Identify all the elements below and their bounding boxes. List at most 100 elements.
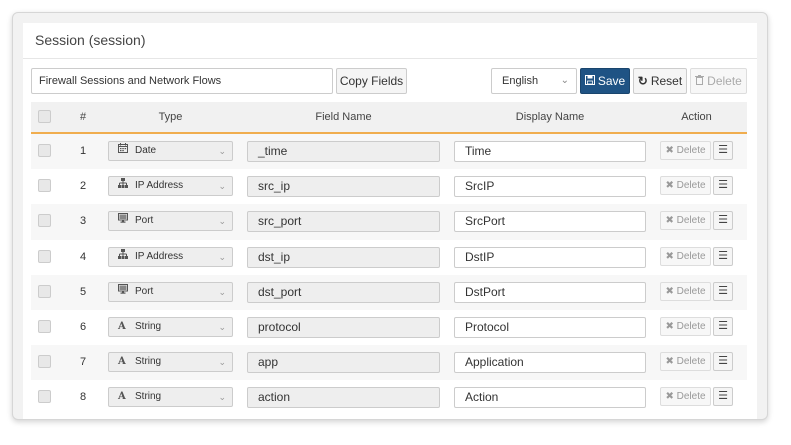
display-name-input[interactable]: SrcIP — [454, 176, 646, 198]
row-delete-label: Delete — [676, 250, 706, 262]
row-checkbox[interactable] — [38, 390, 51, 404]
row-delete-button[interactable]: ✖ Delete — [660, 352, 711, 372]
type-value: String — [135, 391, 162, 403]
display-name-input[interactable]: Application — [454, 352, 646, 374]
field-name-input: protocol — [247, 316, 440, 338]
table-row: 5 Port ⌄ dst_port DstPort ✖ Delete ☰ — [31, 274, 747, 310]
row-delete-button[interactable]: ✖ Delete — [660, 246, 711, 266]
type-select[interactable]: A String ⌄ — [108, 316, 233, 337]
row-checkbox[interactable] — [38, 249, 51, 263]
type-select[interactable]: A String ⌄ — [108, 387, 233, 408]
row-delete-button[interactable]: ✖ Delete — [660, 316, 711, 336]
close-icon: ✖ — [665, 356, 674, 368]
display-name-input[interactable]: Protocol — [454, 316, 646, 338]
monitor-icon — [118, 283, 128, 301]
field-name-input: _time — [247, 141, 440, 162]
table-row: 2 IP Address ⌄ src_ip SrcIP ✖ Delete ☰ — [31, 169, 747, 205]
select-all-checkbox[interactable] — [38, 110, 51, 123]
row-delete-label: Delete — [676, 320, 706, 332]
save-icon — [584, 74, 595, 88]
table-body: 1 Date ⌄ _time Time ✖ Delete ☰ 2 IP Address ⌄ src_… — [31, 134, 747, 416]
drag-handle-icon[interactable]: ☰ — [713, 246, 733, 266]
row-delete-button[interactable]: ✖ Delete — [660, 176, 711, 196]
chevron-down-icon: ⌄ — [218, 392, 226, 403]
trash-icon — [695, 74, 705, 88]
drag-handle-icon[interactable]: ☰ — [713, 352, 733, 372]
column-display-name: Display Name — [515, 111, 585, 123]
row-number: 8 — [79, 391, 87, 404]
chevron-down-icon: ⌄ — [218, 146, 226, 156]
drag-handle-icon[interactable]: ☰ — [713, 316, 733, 336]
row-checkbox[interactable] — [38, 214, 51, 228]
panel-body: Copy Fields English ⌄ Save ↻ Reset Del — [23, 59, 757, 419]
row-delete-label: Delete — [676, 391, 706, 403]
display-name-input[interactable]: DstPort — [454, 281, 646, 303]
row-checkbox[interactable] — [38, 284, 51, 298]
type-select[interactable]: Date ⌄ — [108, 141, 233, 161]
name-input[interactable] — [31, 68, 333, 94]
toolbar: Copy Fields English ⌄ Save ↻ Reset Del — [31, 68, 749, 94]
reset-button[interactable]: ↻ Reset — [633, 68, 687, 94]
table-row: 1 Date ⌄ _time Time ✖ Delete ☰ — [31, 134, 747, 170]
drag-handle-icon[interactable]: ☰ — [713, 281, 733, 301]
column-action: Action — [681, 111, 712, 123]
row-delete-button[interactable]: ✖ Delete — [660, 281, 711, 301]
drag-handle-icon[interactable]: ☰ — [713, 176, 733, 196]
field-name-input: dst_ip — [247, 246, 440, 268]
network-icon — [118, 177, 128, 195]
table-row: 6 A String ⌄ protocol Protocol ✖ Delete ☰ — [31, 309, 747, 346]
network-icon — [118, 248, 128, 266]
type-value: Date — [135, 145, 157, 156]
letter-a-icon: A — [118, 391, 126, 403]
row-number: 1 — [79, 145, 87, 157]
type-select[interactable]: Port ⌄ — [108, 211, 233, 232]
drag-handle-icon[interactable]: ☰ — [713, 387, 733, 407]
table-row: 3 Port ⌄ src_port SrcPort ✖ Delete ☰ — [31, 204, 747, 240]
type-value: Port — [135, 285, 154, 297]
row-number: 5 — [79, 285, 87, 298]
chevron-down-icon: ⌄ — [218, 357, 226, 368]
type-select[interactable]: IP Address ⌄ — [108, 246, 233, 267]
drag-handle-icon[interactable]: ☰ — [713, 141, 733, 160]
copy-fields-button[interactable]: Copy Fields — [336, 68, 407, 94]
display-name-input[interactable]: DstIP — [454, 246, 646, 268]
display-name-input[interactable]: Time — [454, 141, 646, 162]
type-select[interactable]: A String ⌄ — [108, 352, 233, 373]
chevron-down-icon: ⌄ — [218, 286, 226, 297]
type-select[interactable]: IP Address ⌄ — [108, 176, 233, 197]
display-name-input[interactable]: Action — [454, 387, 646, 409]
chevron-down-icon: ⌄ — [218, 216, 226, 227]
fields-table: # Type Field Name Display Name Action 1 D… — [31, 102, 747, 416]
save-button[interactable]: Save — [580, 68, 630, 94]
delete-button[interactable]: Delete — [690, 68, 747, 94]
field-name-input: src_ip — [247, 176, 440, 198]
row-delete-button[interactable]: ✖ Delete — [660, 211, 711, 231]
save-label: Save — [597, 74, 626, 88]
row-checkbox[interactable] — [38, 319, 51, 333]
row-delete-label: Delete — [676, 215, 706, 227]
language-select[interactable]: English ⌄ — [491, 68, 577, 94]
drag-handle-icon[interactable]: ☰ — [713, 211, 733, 231]
row-checkbox[interactable] — [38, 179, 51, 193]
row-checkbox[interactable] — [38, 355, 51, 369]
close-icon: ✖ — [665, 391, 674, 403]
row-checkbox[interactable] — [38, 144, 51, 157]
delete-label: Delete — [707, 74, 742, 88]
table-row: 7 A String ⌄ app Application ✖ Delete ☰ — [31, 345, 747, 381]
language-value: English — [502, 75, 539, 87]
row-number: 2 — [79, 180, 87, 193]
refresh-icon: ↻ — [637, 74, 648, 88]
chevron-down-icon: ⌄ — [560, 75, 569, 86]
display-name-input[interactable]: SrcPort — [454, 211, 646, 233]
row-delete-button[interactable]: ✖ Delete — [660, 387, 711, 407]
field-name-input: dst_port — [247, 281, 440, 303]
type-select[interactable]: Port ⌄ — [108, 281, 233, 302]
type-value: String — [135, 320, 162, 332]
letter-a-icon: A — [118, 356, 126, 368]
column-field-name: Field Name — [315, 111, 372, 123]
row-delete-button[interactable]: ✖ Delete — [660, 141, 711, 160]
column-number: # — [79, 111, 87, 123]
row-number: 3 — [79, 215, 87, 228]
table-row: 8 A String ⌄ action Action ✖ Delete ☰ — [31, 380, 747, 416]
chevron-down-icon: ⌄ — [218, 251, 226, 262]
